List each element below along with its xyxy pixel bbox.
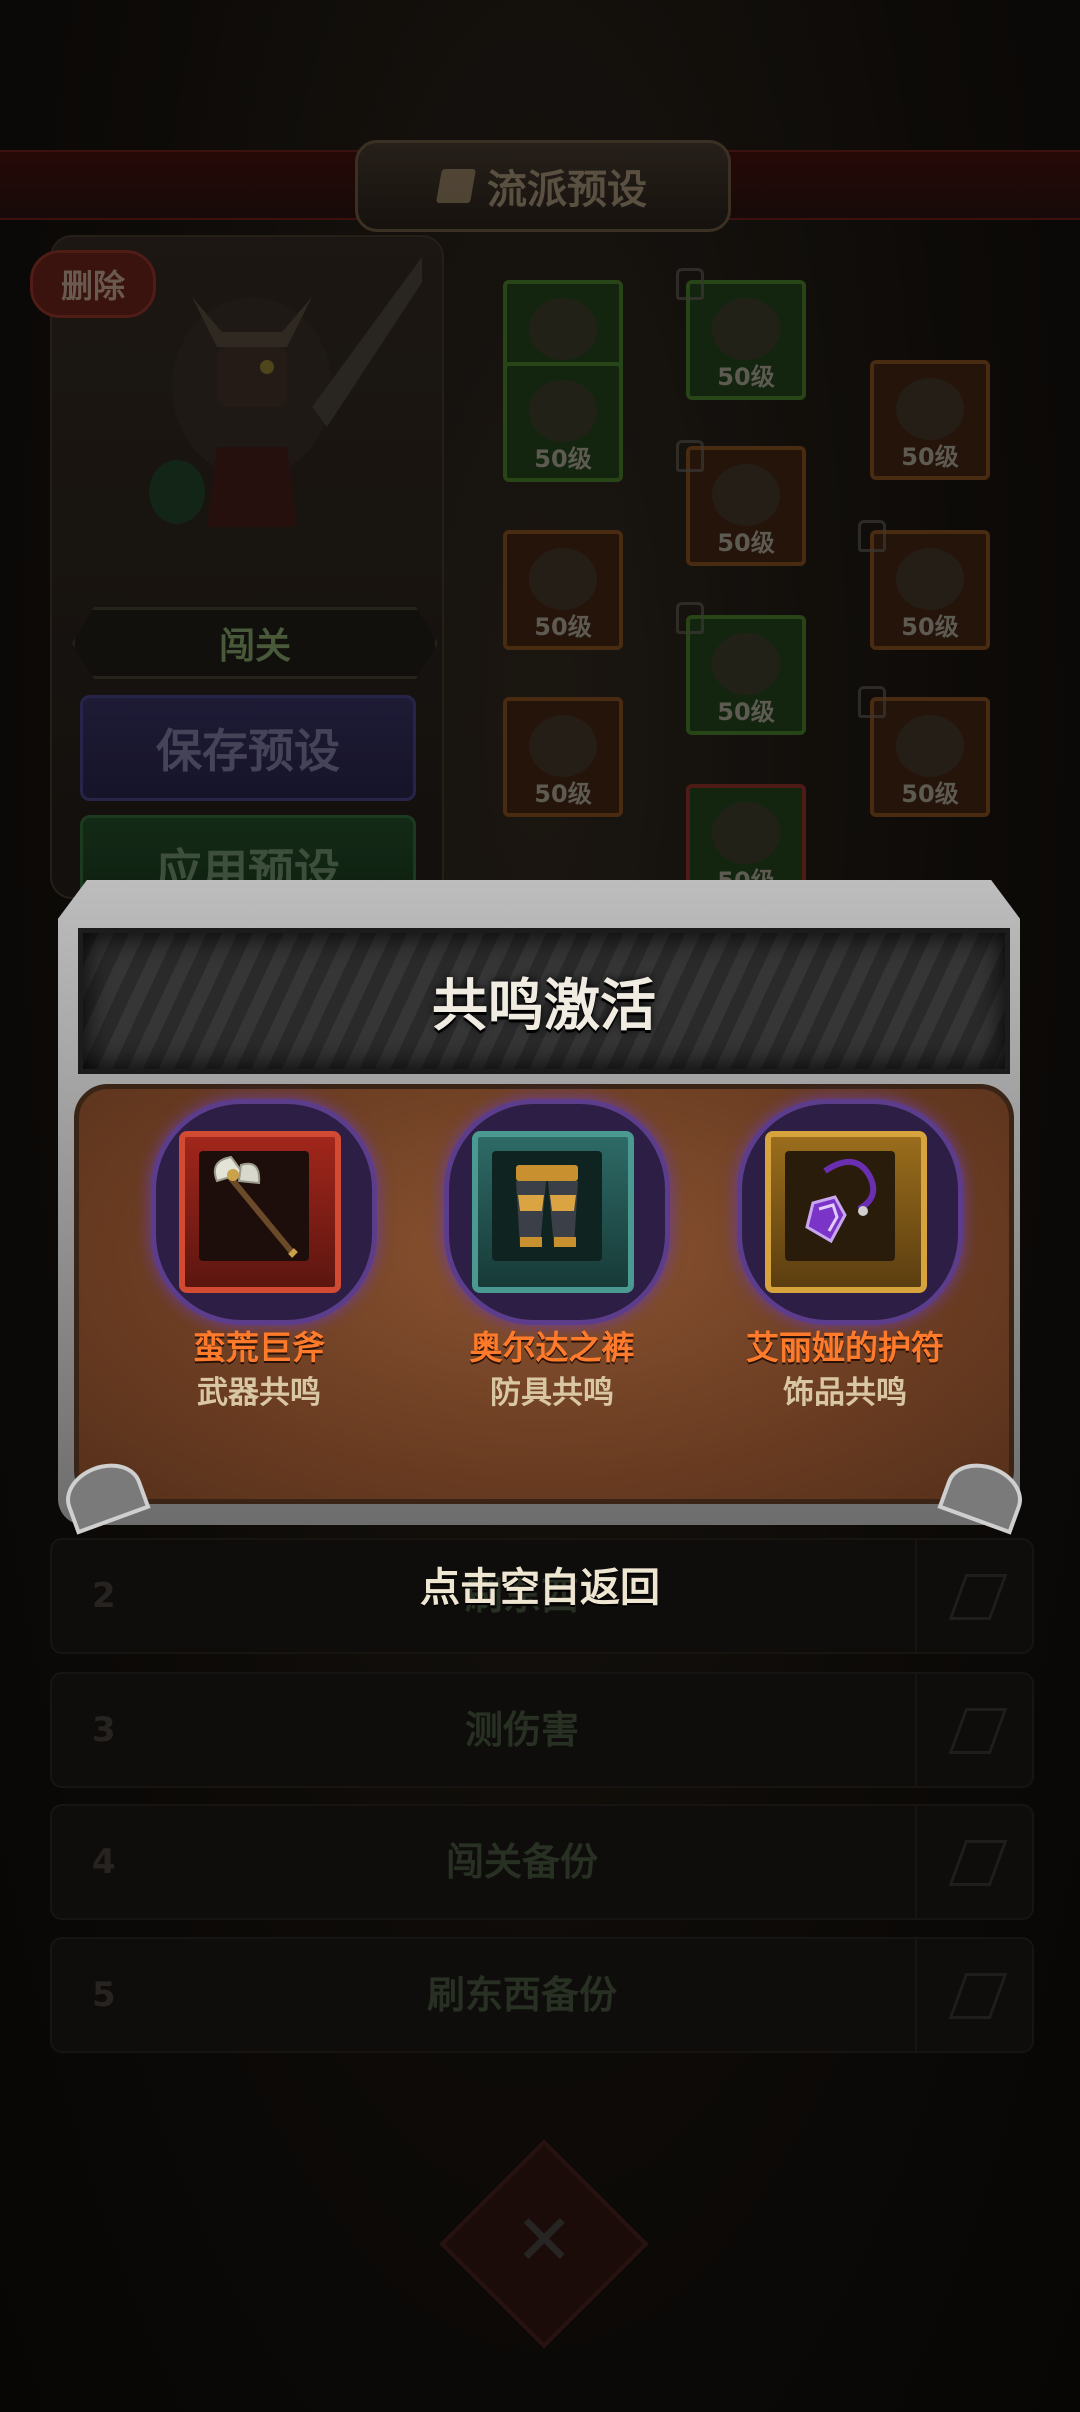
resonance-item-weapon[interactable]: 蛮荒巨斧 武器共鸣 (119, 1099, 399, 1419)
item-resonance-type: 防具共鸣 (490, 1375, 614, 1411)
armored-pants-icon (516, 1165, 578, 1247)
resonance-popup: 共鸣激活 蛮荒巨斧 武器共鸣 奥尔达之裤 防具共鸣 艾丽娅的护符 饰品共鸣 (57, 880, 1031, 1535)
resonance-item-armor[interactable]: 奥尔达之裤 防具共鸣 (412, 1099, 692, 1419)
item-resonance-type: 武器共鸣 (197, 1375, 321, 1411)
item-frame (472, 1131, 634, 1293)
amulet-icon (805, 1159, 877, 1244)
popup-title: 共鸣激活 (432, 973, 656, 1039)
item-name: 奥尔达之裤 (469, 1328, 635, 1367)
tap-blank-to-return-hint: 点击空白返回 (420, 1565, 660, 1611)
item-frame (179, 1131, 341, 1293)
item-name: 蛮荒巨斧 (193, 1328, 325, 1367)
item-resonance-type: 饰品共鸣 (783, 1375, 907, 1411)
resonance-panel: 蛮荒巨斧 武器共鸣 奥尔达之裤 防具共鸣 艾丽娅的护符 饰品共鸣 (57, 1084, 1031, 1535)
item-frame (765, 1131, 927, 1293)
resonance-item-accessory[interactable]: 艾丽娅的护符 饰品共鸣 (705, 1099, 985, 1419)
item-name: 艾丽娅的护符 (746, 1328, 944, 1367)
axe-icon (213, 1155, 298, 1258)
popup-header: 共鸣激活 (78, 928, 1010, 1074)
